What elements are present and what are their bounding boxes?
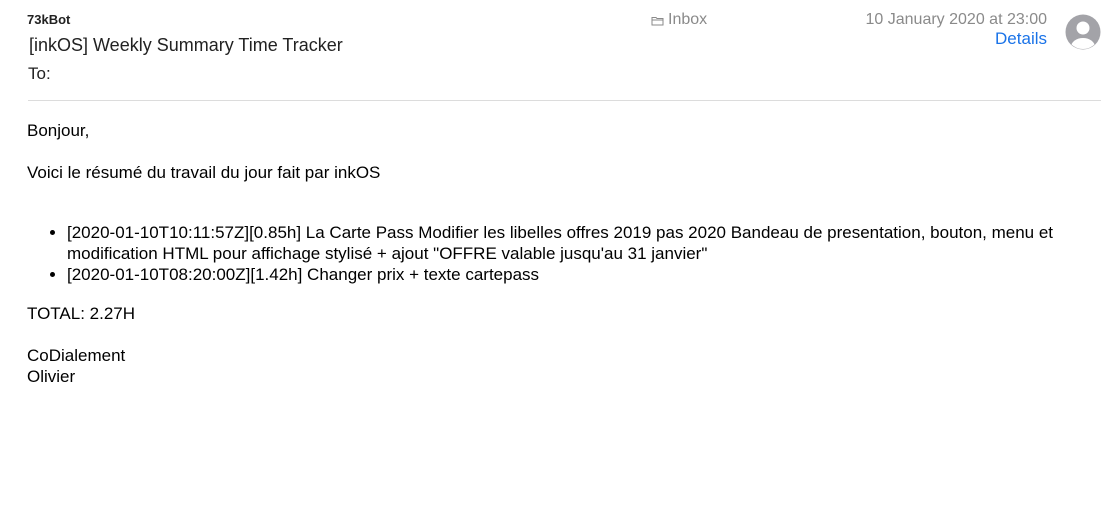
sender-avatar[interactable] (1065, 14, 1101, 50)
email-message-view: 73kBot [inkOS] Weekly Summary Time Track… (0, 0, 1109, 523)
folder-icon (651, 15, 664, 26)
email-intro: Voici le résumé du travail du jour fait … (27, 163, 381, 182)
header-divider (28, 100, 1101, 101)
total-hours: TOTAL: 2.27H (27, 304, 136, 323)
person-icon (1065, 14, 1101, 50)
email-signature: Olivier (27, 367, 76, 386)
sender-name[interactable]: 73kBot (27, 12, 70, 27)
email-greeting: Bonjour, (27, 121, 90, 140)
task-list: [2020-01-10T10:11:57Z][0.85h] La Carte P… (27, 222, 1097, 285)
list-item: [2020-01-10T08:20:00Z][1.42h] Changer pr… (67, 264, 1097, 285)
list-item: [2020-01-10T10:11:57Z][0.85h] La Carte P… (67, 222, 1097, 264)
email-signoff: CoDialement (27, 346, 126, 365)
details-link[interactable]: Details (995, 29, 1047, 49)
email-date: 10 January 2020 at 23:00 (865, 11, 1047, 28)
email-subject: [inkOS] Weekly Summary Time Tracker (29, 35, 343, 55)
mailbox-label: Inbox (668, 11, 708, 28)
mailbox-indicator[interactable]: Inbox (651, 11, 707, 29)
to-label: To: (28, 64, 51, 83)
